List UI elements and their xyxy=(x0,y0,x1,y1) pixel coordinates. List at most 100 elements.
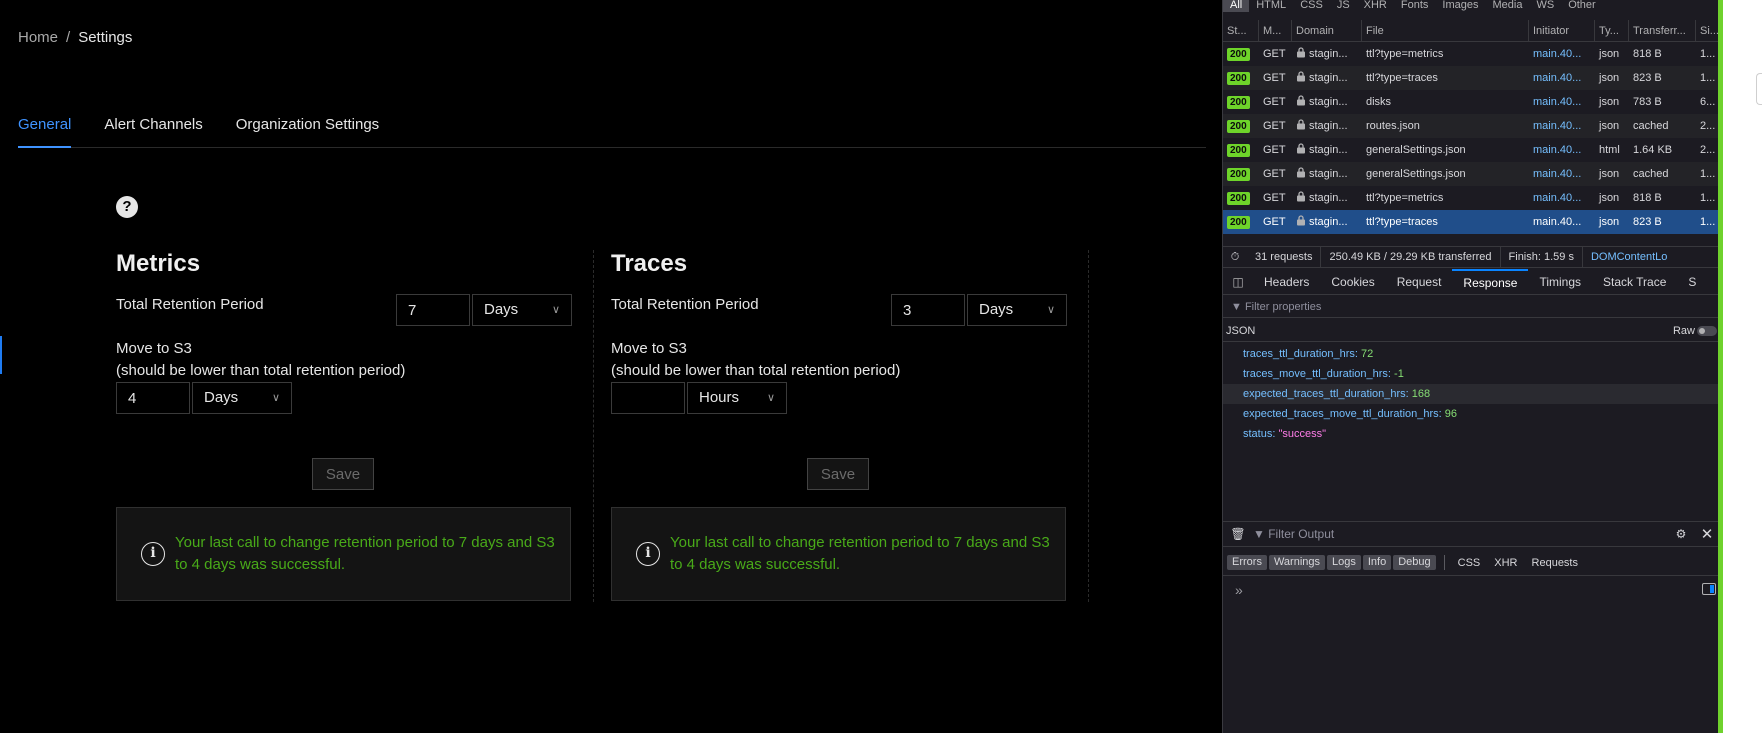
save-button[interactable]: Save xyxy=(312,458,374,490)
json-property-row[interactable]: expected_traces_ttl_duration_hrs: 168 xyxy=(1223,384,1719,404)
network-request-row[interactable]: 200 GET stagin... ttl?type=metrics main.40..… xyxy=(1223,42,1719,66)
filter-tab-css[interactable]: CSS xyxy=(1293,0,1330,12)
initiator-cell[interactable]: main.40... xyxy=(1529,66,1595,90)
initiator-cell[interactable]: main.40... xyxy=(1529,90,1595,114)
network-request-row[interactable]: 200 GET stagin... ttl?type=traces main.40...… xyxy=(1223,210,1719,234)
initiator-cell[interactable]: main.40... xyxy=(1529,210,1595,234)
filter-properties-input[interactable]: ▼ Filter properties xyxy=(1223,296,1719,318)
column-initiator[interactable]: Initiator xyxy=(1529,20,1595,41)
initiator-cell[interactable]: main.40... xyxy=(1529,186,1595,210)
filter-tab-html[interactable]: HTML xyxy=(1249,0,1293,12)
save-button[interactable]: Save xyxy=(807,458,869,490)
detail-tab-request[interactable]: Request xyxy=(1386,269,1453,295)
trash-icon[interactable]: 🗑 xyxy=(1223,527,1253,541)
transferred-cell: 818 B xyxy=(1633,192,1662,204)
filter-tab-media[interactable]: Media xyxy=(1485,0,1529,12)
json-property-row[interactable]: traces_ttl_duration_hrs: 72 xyxy=(1223,344,1719,364)
lock-icon xyxy=(1296,71,1309,84)
move-value-input[interactable] xyxy=(611,382,685,414)
file-cell: ttl?type=metrics xyxy=(1366,48,1444,60)
console-filter-info[interactable]: Info xyxy=(1362,555,1392,570)
column-file[interactable]: File xyxy=(1362,20,1529,41)
network-request-row[interactable]: 200 GET stagin... disks main.40... json 783 B 6… xyxy=(1223,90,1719,114)
filter-icon: ▼ xyxy=(1231,301,1245,313)
filter-tab-images[interactable]: Images xyxy=(1435,0,1485,12)
retention-unit-select[interactable]: Days ∨ xyxy=(472,294,572,326)
network-request-row[interactable]: 200 GET stagin... routes.json main.40... json… xyxy=(1223,114,1719,138)
console-filter-css[interactable]: CSS xyxy=(1451,557,1488,569)
move-unit-select[interactable]: Hours ∨ xyxy=(687,382,787,414)
transfer-total: 250.49 KB / 29.29 KB transferred xyxy=(1321,246,1501,268)
status-badge: 200 xyxy=(1227,120,1250,133)
network-request-row[interactable]: 200 GET stagin... ttl?type=metrics main.40..… xyxy=(1223,186,1719,210)
console-filter-logs[interactable]: Logs xyxy=(1327,555,1361,570)
column-method[interactable]: M... xyxy=(1259,20,1292,41)
move-unit-select[interactable]: Days ∨ xyxy=(192,382,292,414)
json-property-row[interactable]: status: "success" xyxy=(1223,424,1719,444)
domain-cell: stagin... xyxy=(1292,186,1362,210)
column-status[interactable]: St... xyxy=(1223,20,1259,41)
network-request-row[interactable]: 200 GET stagin... generalSettings.json main.… xyxy=(1223,138,1719,162)
stopwatch-icon[interactable]: ⏱ xyxy=(1223,251,1247,264)
filter-tab-xhr[interactable]: XHR xyxy=(1357,0,1394,12)
json-property-row[interactable]: traces_move_ttl_duration_hrs: -1 xyxy=(1223,364,1719,384)
column-transferred[interactable]: Transferr... xyxy=(1629,20,1696,41)
initiator-cell[interactable]: main.40... xyxy=(1529,114,1595,138)
gear-icon[interactable]: ⚙ xyxy=(1667,527,1695,541)
domain-cell: stagin... xyxy=(1292,90,1362,114)
transferred-cell: 1.64 KB xyxy=(1633,144,1673,156)
column-size[interactable]: Si... xyxy=(1696,20,1719,41)
traces-panel: Traces Total Retention Period Days ∨ Mov… xyxy=(611,250,1089,602)
json-property-row[interactable]: expected_traces_move_ttl_duration_hrs: 9… xyxy=(1223,404,1719,424)
metrics-panel: Metrics Total Retention Period Days ∨ Mo… xyxy=(116,250,594,602)
console-filter-errors[interactable]: Errors xyxy=(1227,555,1267,570)
panel-title: Traces xyxy=(611,250,688,277)
console-filter-xhr[interactable]: XHR xyxy=(1487,557,1524,569)
retention-value-input[interactable] xyxy=(396,294,470,326)
initiator-cell[interactable]: main.40... xyxy=(1529,42,1595,66)
column-type[interactable]: Ty... xyxy=(1595,20,1629,41)
column-domain[interactable]: Domain xyxy=(1292,20,1362,41)
tab-organization-settings[interactable]: Organization Settings xyxy=(236,116,379,148)
network-request-row[interactable]: 200 GET stagin... generalSettings.json main.… xyxy=(1223,162,1719,186)
detail-tab-more[interactable]: S xyxy=(1677,269,1707,295)
filter-tab-all[interactable]: All xyxy=(1223,0,1250,12)
question-circle-icon[interactable]: ? xyxy=(116,196,138,218)
console-filter-warnings[interactable]: Warnings xyxy=(1268,555,1326,570)
initiator-cell[interactable]: main.40... xyxy=(1529,138,1595,162)
initiator-cell[interactable]: main.40... xyxy=(1529,162,1595,186)
tab-general[interactable]: General xyxy=(18,116,72,148)
breadcrumb-home[interactable]: Home xyxy=(18,29,58,46)
console-filter-debug[interactable]: Debug xyxy=(1393,555,1436,570)
breadcrumb: Home / Settings xyxy=(18,29,132,46)
domain-text: stagin... xyxy=(1309,216,1348,228)
console-prompt[interactable]: » xyxy=(1235,582,1243,598)
toggle-panel-icon[interactable]: ◫ xyxy=(1223,275,1253,289)
retention-value-input[interactable] xyxy=(891,294,965,326)
transferred-cell: 818 B xyxy=(1633,48,1662,60)
file-cell: generalSettings.json xyxy=(1366,144,1466,156)
move-value-input[interactable] xyxy=(116,382,190,414)
close-icon[interactable]: ✕ xyxy=(1695,525,1719,543)
console-filter-requests[interactable]: Requests xyxy=(1525,557,1585,569)
retention-unit-select[interactable]: Days ∨ xyxy=(967,294,1067,326)
size-cell: 2... xyxy=(1700,144,1716,156)
network-request-row[interactable]: 200 GET stagin... ttl?type=traces main.40...… xyxy=(1223,66,1719,90)
split-console-icon[interactable] xyxy=(1702,583,1716,595)
filter-output-input[interactable]: ▼ Filter Output xyxy=(1253,527,1667,541)
filter-tab-other[interactable]: Other xyxy=(1561,0,1603,12)
lock-icon xyxy=(1296,191,1309,204)
detail-tab-timings[interactable]: Timings xyxy=(1528,269,1592,295)
detail-tab-headers[interactable]: Headers xyxy=(1253,269,1320,295)
filter-tab-js[interactable]: JS xyxy=(1330,0,1357,12)
detail-tab-stack-trace[interactable]: Stack Trace xyxy=(1592,269,1677,295)
detail-tab-response[interactable]: Response xyxy=(1452,268,1529,295)
lock-icon xyxy=(1296,47,1309,60)
filter-tab-fonts[interactable]: Fonts xyxy=(1394,0,1436,12)
filter-tab-ws[interactable]: WS xyxy=(1529,0,1561,12)
status-cell: 200 xyxy=(1223,186,1259,210)
json-value: 72 xyxy=(1361,348,1374,360)
raw-toggle[interactable] xyxy=(1697,326,1717,336)
tab-alert-channels[interactable]: Alert Channels xyxy=(104,116,202,148)
detail-tab-cookies[interactable]: Cookies xyxy=(1320,269,1385,295)
